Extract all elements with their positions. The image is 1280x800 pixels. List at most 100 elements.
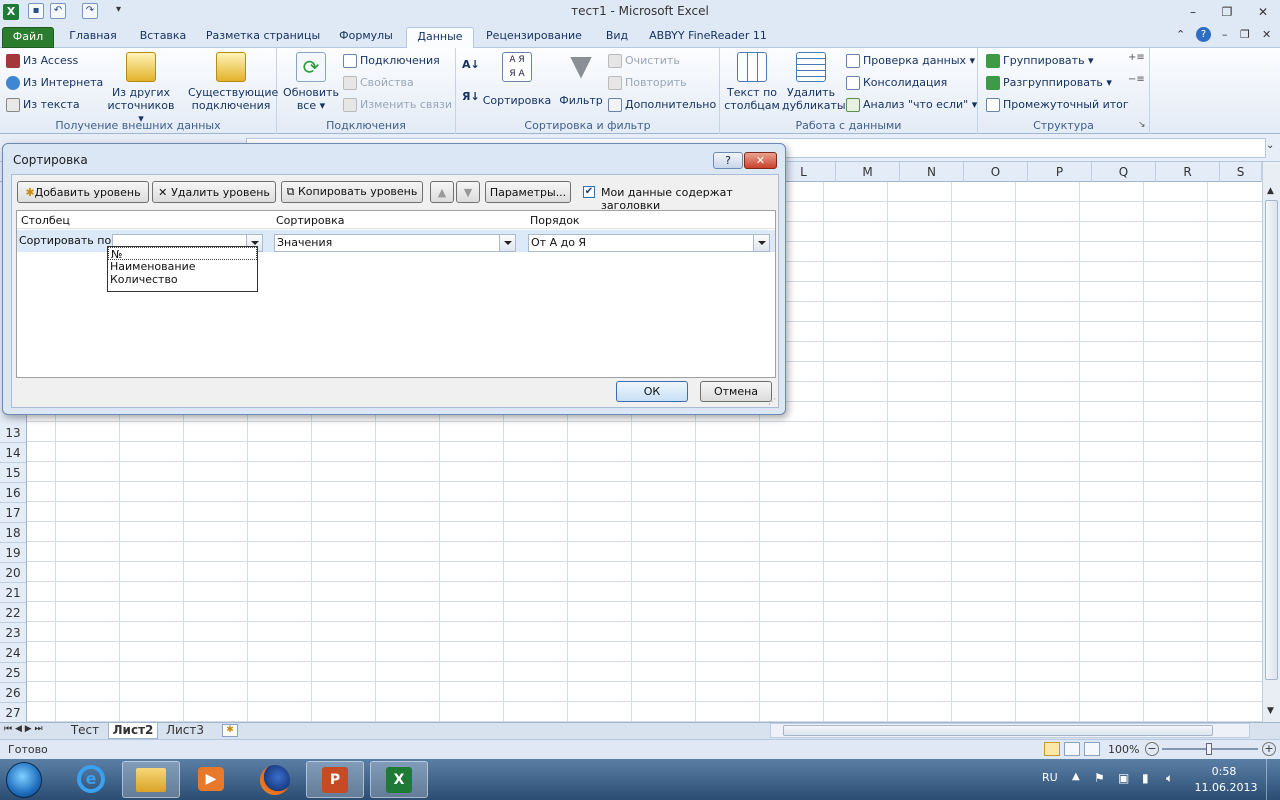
row-header[interactable]: 22 — [0, 603, 26, 623]
subtotal-button[interactable]: Промежуточный итог — [986, 98, 1129, 112]
column-header[interactable]: Q — [1092, 162, 1156, 182]
cancel-button[interactable]: Отмена — [700, 381, 772, 402]
insert-sheet-icon[interactable]: ✱ — [222, 724, 238, 737]
zoom-in-icon[interactable]: + — [1262, 742, 1276, 756]
dropdown-option[interactable]: Наименование — [108, 260, 257, 273]
from-web-button[interactable]: Из Интернета — [6, 76, 103, 90]
column-header[interactable]: M — [836, 162, 900, 182]
volume-icon[interactable]: 🔈︎ — [1166, 771, 1173, 786]
sheet-tab-list2[interactable]: Лист2 — [108, 723, 158, 739]
data-validation-button[interactable]: Проверка данных ▾ — [846, 54, 975, 68]
tab-abbyy[interactable]: ABBYY FineReader 11 — [648, 27, 768, 48]
tab-review[interactable]: Рецензирование — [482, 27, 586, 48]
tab-file[interactable]: Файл — [2, 27, 54, 48]
show-desktop-button[interactable] — [1266, 759, 1280, 800]
hscroll-thumb[interactable] — [783, 725, 1213, 736]
dialog-close-icon[interactable]: ✕ — [744, 152, 777, 169]
ok-button[interactable]: ОК — [616, 381, 688, 402]
sort-az-icon[interactable]: А↓ — [462, 58, 480, 71]
dropdown-option[interactable]: Количество — [108, 273, 257, 286]
close-icon[interactable]: ✕ — [1250, 2, 1276, 22]
delete-level-button[interactable]: ✕ Удалить уровень — [152, 181, 276, 203]
advanced-button[interactable]: Дополнительно — [608, 98, 716, 112]
dialog-help-icon[interactable]: ? — [713, 152, 743, 169]
clear-button[interactable]: Очистить — [608, 54, 680, 68]
vertical-scrollbar[interactable]: ▲ ▼ — [1262, 162, 1280, 722]
headers-checkbox-label[interactable]: Мои данные содержат заголовки — [601, 186, 778, 212]
scroll-up-icon[interactable]: ▲ — [1267, 186, 1274, 196]
headers-checkbox[interactable]: ✔ — [583, 186, 595, 198]
what-if-button[interactable]: Анализ "что если" ▾ — [846, 98, 977, 112]
tab-data[interactable]: Данные — [406, 27, 474, 48]
row-header[interactable]: 18 — [0, 523, 26, 543]
clock-date[interactable]: 11.06.2013 — [1192, 781, 1260, 794]
sort-za-icon[interactable]: Я↓ — [462, 90, 480, 103]
options-button[interactable]: Параметры... — [485, 181, 571, 203]
network-icon[interactable]: ▮ — [1142, 771, 1149, 785]
order-select[interactable]: От А до Я — [528, 234, 770, 252]
tab-home[interactable]: Главная — [64, 27, 122, 48]
help-icon[interactable]: ? — [1196, 27, 1211, 42]
row-header[interactable]: 15 — [0, 463, 26, 483]
firefox-icon[interactable] — [246, 761, 304, 798]
tab-insert[interactable]: Вставка — [134, 27, 192, 48]
zoom-level[interactable]: 100% — [1108, 743, 1139, 756]
zoom-slider-thumb[interactable] — [1206, 743, 1212, 755]
action-center-icon[interactable]: ⚑ — [1094, 771, 1105, 785]
normal-view-icon[interactable] — [1044, 742, 1060, 756]
group-button[interactable]: Группировать ▾ — [986, 54, 1094, 68]
powerpoint-icon[interactable]: P — [306, 761, 364, 798]
ungroup-button[interactable]: Разгруппировать ▾ — [986, 76, 1112, 90]
column-header[interactable]: P — [1028, 162, 1092, 182]
row-header[interactable]: 23 — [0, 623, 26, 643]
consolidate-button[interactable]: Консолидация — [846, 76, 947, 90]
tab-view[interactable]: Вид — [600, 27, 634, 48]
resize-grip-icon[interactable]: ⋰ — [768, 397, 776, 406]
reapply-button[interactable]: Повторить — [608, 76, 687, 90]
sort-button[interactable]: А ЯЯ А Сортировка — [482, 52, 552, 107]
sheet-tab-list3[interactable]: Лист3 — [162, 723, 208, 739]
scroll-thumb[interactable] — [1265, 200, 1278, 680]
row-header[interactable]: 19 — [0, 543, 26, 563]
excel-taskbar-icon[interactable]: X — [370, 761, 428, 798]
move-up-button[interactable]: ▲ — [430, 181, 454, 203]
ribbon-collapse-icon[interactable]: ⌃ — [1176, 28, 1185, 41]
row-header[interactable]: 13 — [0, 423, 26, 443]
row-header[interactable]: 14 — [0, 443, 26, 463]
move-down-button[interactable]: ▼ — [456, 181, 480, 203]
formula-expand-icon[interactable]: ⌄ — [1266, 140, 1274, 151]
tray-expand-icon[interactable]: ▲ — [1072, 771, 1080, 782]
row-header[interactable]: 27 — [0, 703, 26, 723]
row-header[interactable]: 20 — [0, 563, 26, 583]
explorer-icon[interactable] — [122, 761, 180, 798]
language-indicator[interactable]: RU — [1042, 771, 1058, 784]
dropdown-option[interactable]: № — [108, 247, 257, 261]
minimize-icon[interactable]: – — [1180, 2, 1206, 22]
doc-minimize-icon[interactable]: – — [1222, 28, 1228, 41]
text-to-columns-button[interactable]: Текст по столбцам — [724, 52, 780, 112]
zoom-out-icon[interactable]: − — [1145, 742, 1159, 756]
page-break-view-icon[interactable] — [1084, 742, 1100, 756]
from-access-button[interactable]: Из Access — [6, 54, 78, 68]
copy-level-button[interactable]: ⧉ Копировать уровень — [281, 181, 423, 203]
row-header[interactable]: 16 — [0, 483, 26, 503]
tab-page-layout[interactable]: Разметка страницы — [204, 27, 322, 48]
sheet-nav-icon[interactable]: ⏮ ◀ ▶ ⏭ — [4, 724, 43, 734]
removable-media-icon[interactable]: ▣ — [1118, 771, 1129, 785]
clock-time[interactable]: 0:58 — [1196, 765, 1252, 778]
sheet-tab-test[interactable]: Тест — [64, 723, 106, 739]
tab-formulas[interactable]: Формулы — [334, 27, 398, 48]
column-header[interactable]: R — [1156, 162, 1220, 182]
connections-button[interactable]: Подключения — [343, 54, 440, 68]
existing-connections-button[interactable]: Существующие подключения — [188, 52, 278, 112]
restore-icon[interactable]: ❐ — [1214, 2, 1240, 22]
row-header[interactable]: 26 — [0, 683, 26, 703]
row-header[interactable]: 25 — [0, 663, 26, 683]
row-header[interactable]: 17 — [0, 503, 26, 523]
horizontal-scrollbar[interactable] — [770, 723, 1250, 738]
column-header[interactable]: N — [900, 162, 964, 182]
start-button-icon[interactable] — [6, 762, 42, 798]
row-header[interactable]: 21 — [0, 583, 26, 603]
chevron-down-icon[interactable] — [753, 235, 769, 251]
edit-links-button[interactable]: Изменить связи — [343, 98, 452, 112]
